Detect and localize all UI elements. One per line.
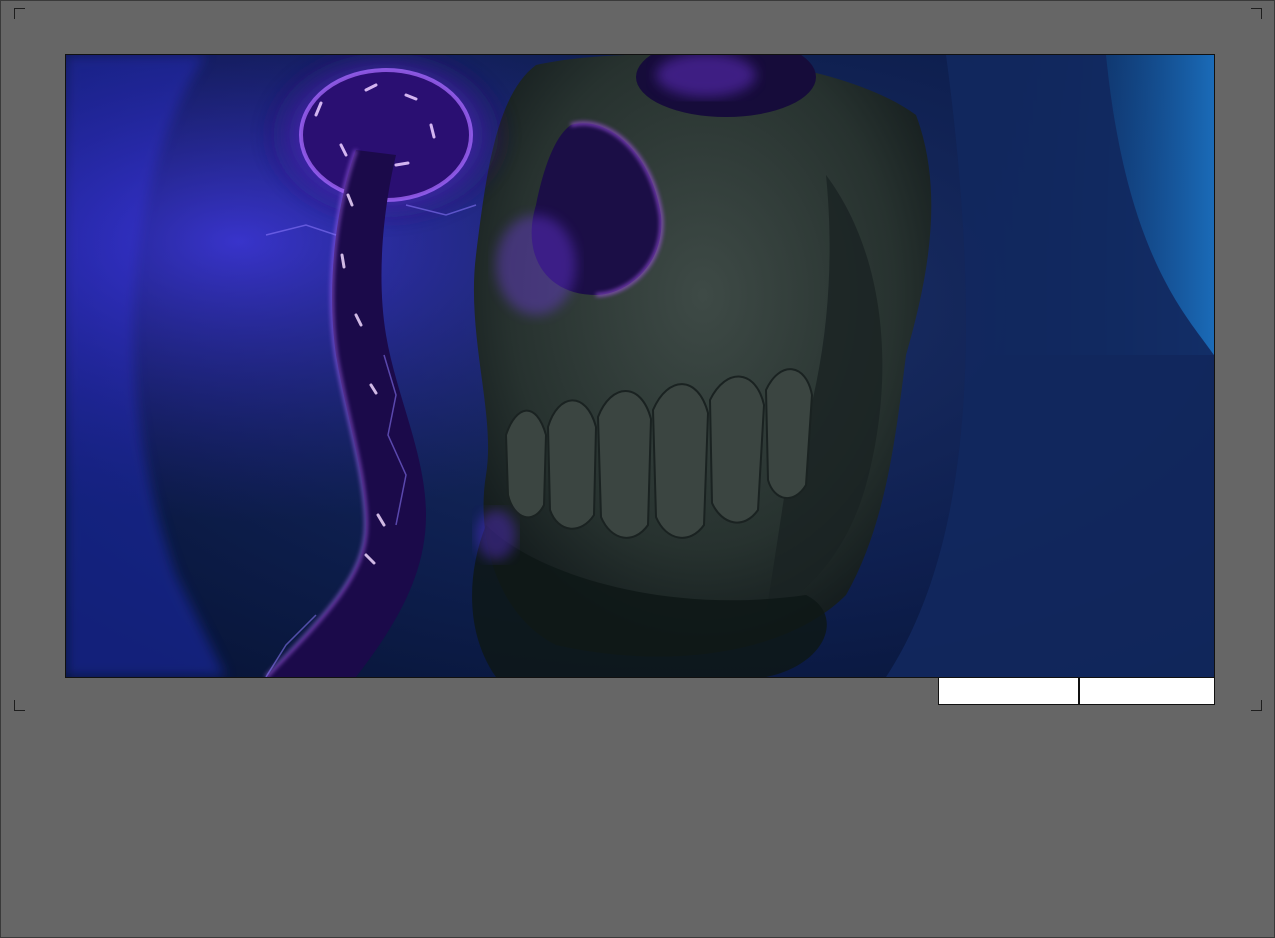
crop-mark-icon [14, 700, 25, 711]
caption-box [938, 677, 1215, 705]
caption-left-cell [939, 678, 1080, 704]
crop-mark-icon [1251, 8, 1262, 19]
crop-mark-icon [14, 8, 25, 19]
caption-right-cell [1080, 678, 1214, 704]
crop-mark-icon [1251, 700, 1262, 711]
image-frame [65, 54, 1215, 678]
page-canvas [0, 0, 1275, 938]
scene-image [66, 55, 1214, 677]
